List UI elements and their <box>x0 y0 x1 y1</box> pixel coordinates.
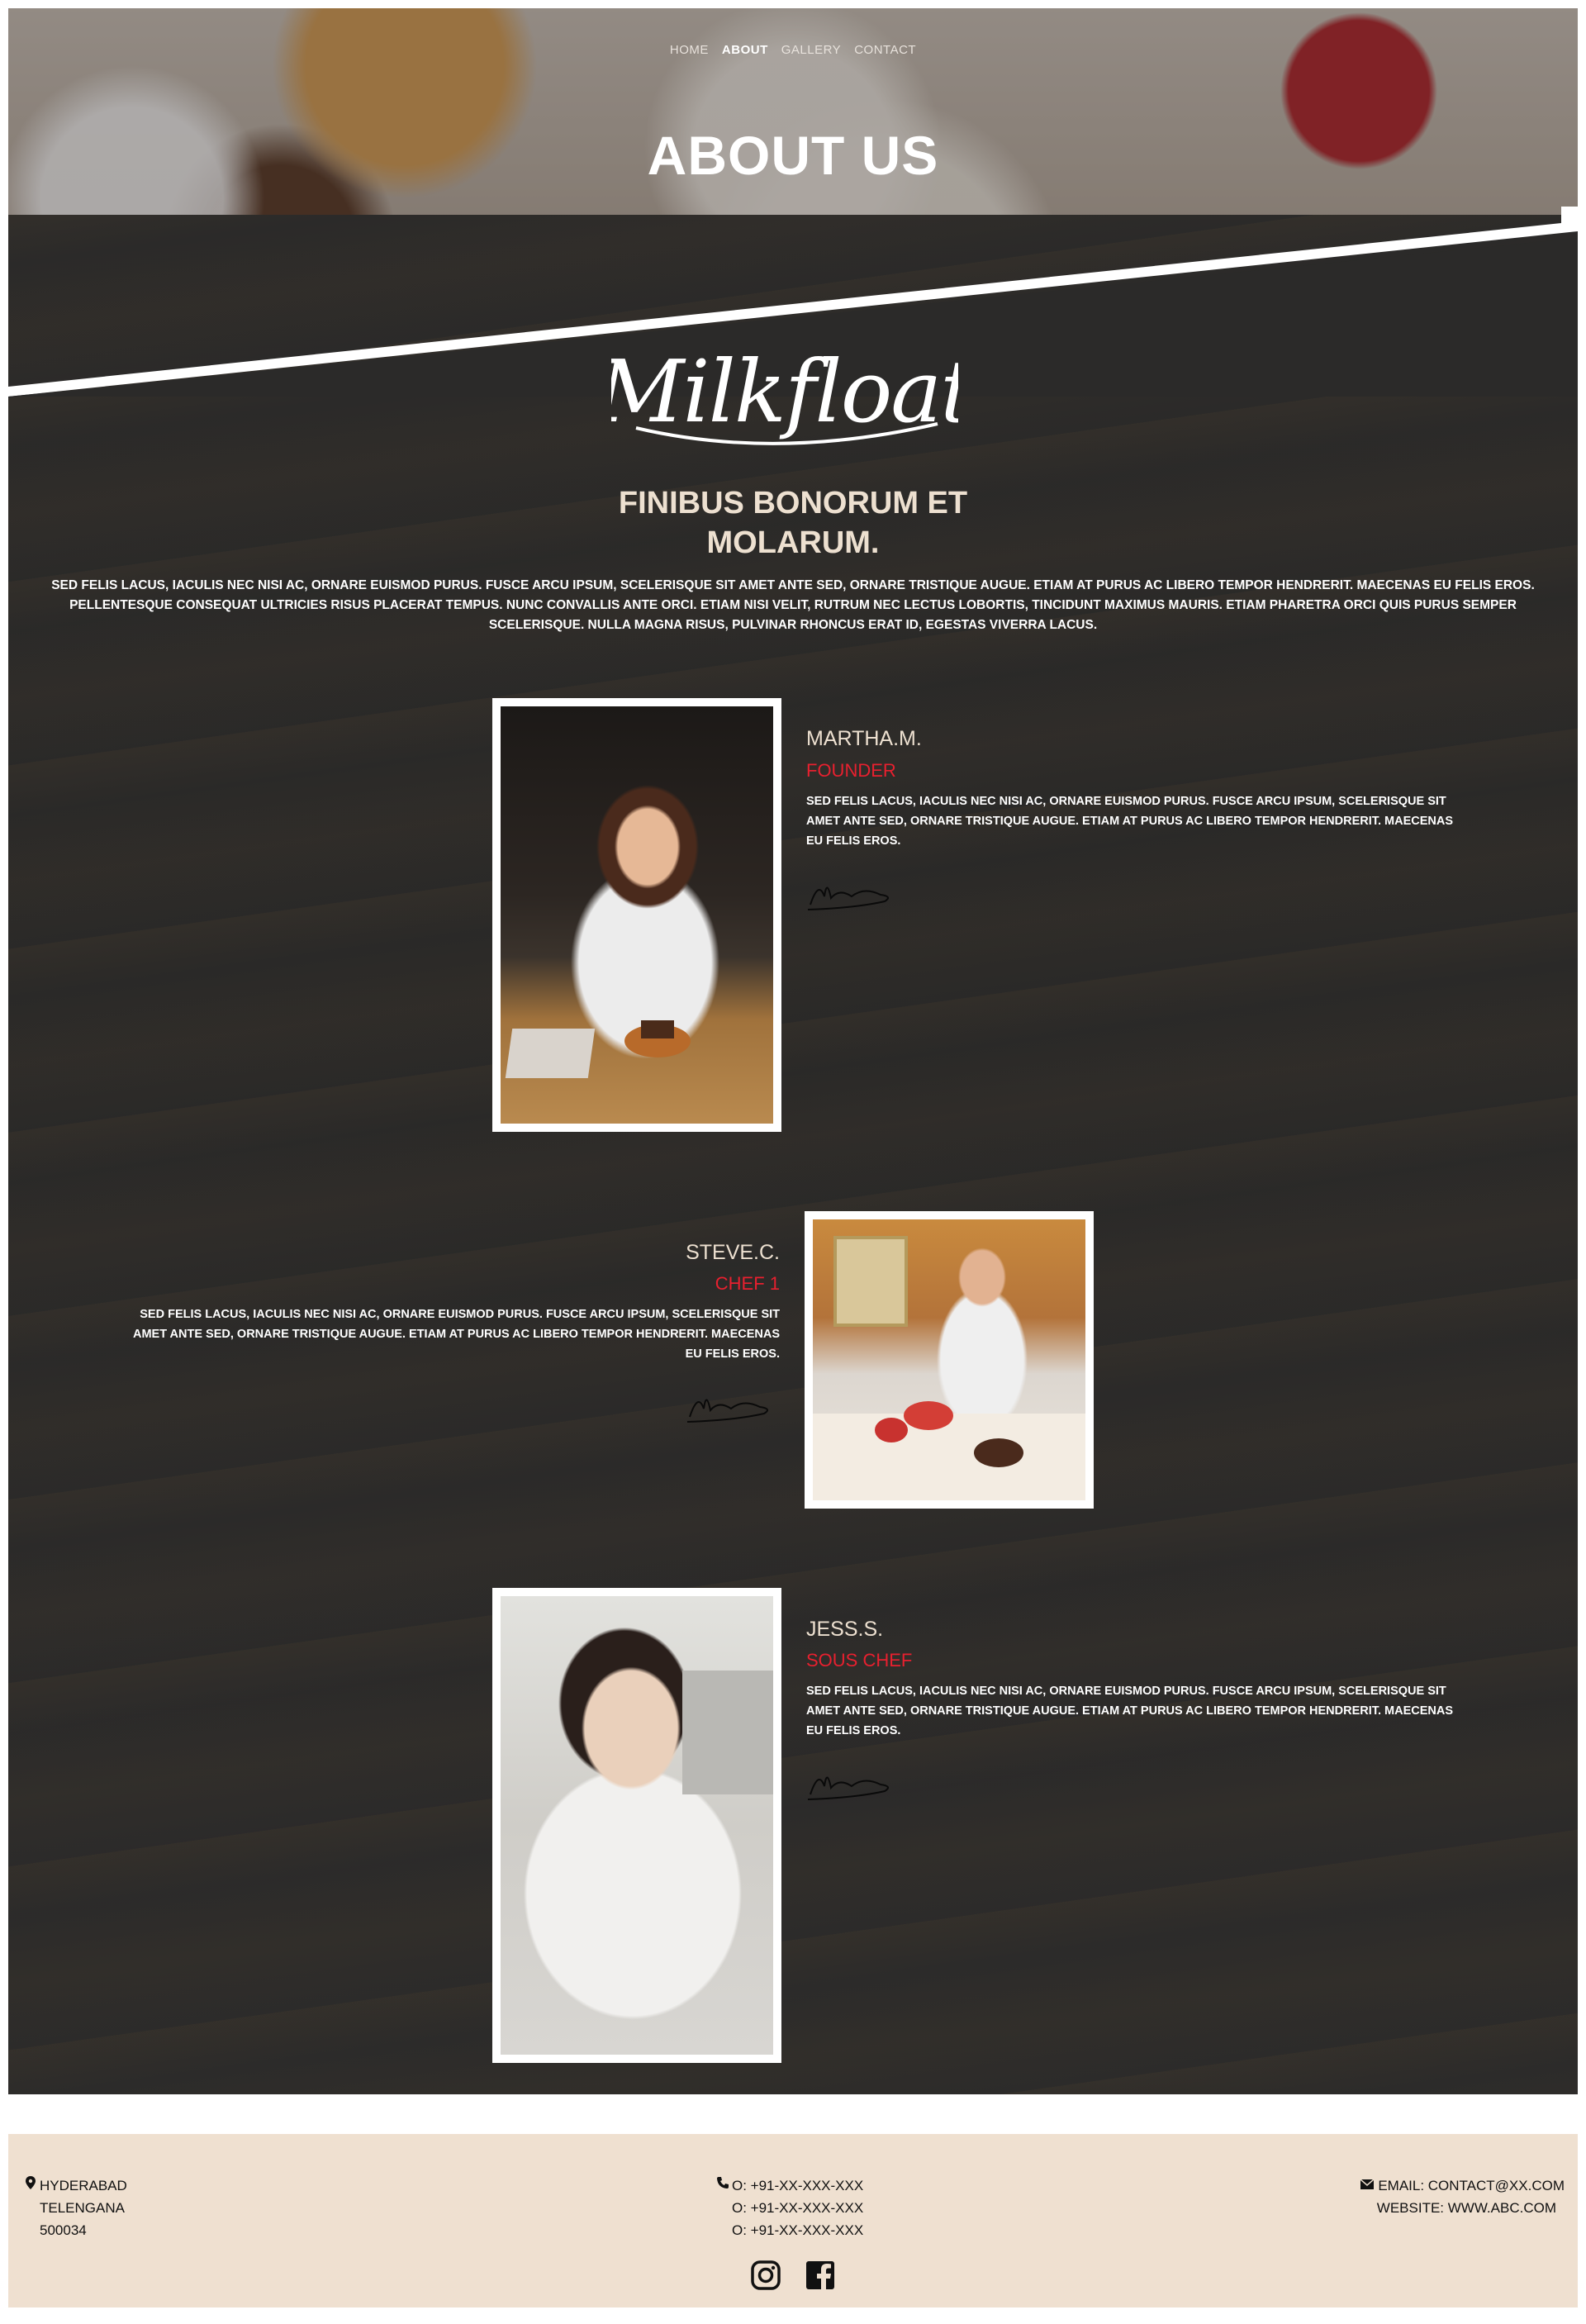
footer-address: HYDERABAD TELENGANA 500034 <box>23 2174 127 2241</box>
logo-wordmark: Milkfloat <box>611 345 958 442</box>
phone-3[interactable]: O: +91-XX-XXX-XXX <box>732 2219 863 2241</box>
member-photo-jess <box>492 1588 781 2063</box>
phone-icon <box>715 2174 730 2197</box>
website-text[interactable]: WEBSITE: WWW.ABC.COM <box>1360 2197 1556 2219</box>
signature-jess <box>807 1776 889 1800</box>
intro-heading-line1: FINIBUS BONORUM ET <box>618 486 968 520</box>
milkfloat-logo: Milkfloat <box>611 345 958 445</box>
steve-photo-image <box>813 1219 1085 1500</box>
member-role-martha: FOUNDER <box>806 760 896 781</box>
member-name-steve: STEVE.C. <box>686 1241 780 1264</box>
member-role-jess: SOUS CHEF <box>806 1650 913 1671</box>
member-name-martha: MARTHA.M. <box>806 727 922 750</box>
email-text[interactable]: EMAIL: CONTACT@XX.COM <box>1378 2174 1565 2197</box>
intro-heading: FINIBUS BONORUM ET MOLARUM. <box>0 483 1586 563</box>
martha-photo-image <box>501 706 773 1124</box>
envelope-icon <box>1360 2174 1375 2197</box>
address-line3: 500034 <box>40 2222 87 2238</box>
jess-photo-image <box>501 1596 773 2055</box>
phone-2[interactable]: O: +91-XX-XXX-XXX <box>732 2197 863 2219</box>
footer-contact: EMAIL: CONTACT@XX.COM WEBSITE: WWW.ABC.C… <box>1360 2174 1565 2219</box>
address-line2: TELENGANA <box>40 2200 125 2216</box>
nav-gallery[interactable]: GALLERY <box>781 43 841 57</box>
phone-1[interactable]: O: +91-XX-XXX-XXX <box>732 2174 863 2197</box>
intro-text: SED FELIS LACUS, IACULIS NEC NISI AC, OR… <box>51 578 1535 632</box>
member-bio-martha: SED FELIS LACUS, IACULIS NEC NISI AC, OR… <box>806 795 1454 848</box>
social-links <box>0 2260 1586 2291</box>
nav-home[interactable]: HOME <box>670 43 709 57</box>
footer-phones: O: +91-XX-XXX-XXX O: +91-XX-XXX-XXX O: +… <box>715 2174 863 2241</box>
instagram-icon[interactable] <box>750 2260 781 2291</box>
member-role-steve: CHEF 1 <box>715 1273 780 1294</box>
address-line1: HYDERABAD <box>40 2178 127 2193</box>
signature-steve <box>686 1399 768 1423</box>
facebook-icon[interactable] <box>805 2260 836 2291</box>
member-bio-steve: SED FELIS LACUS, IACULIS NEC NISI AC, OR… <box>132 1308 780 1361</box>
nav-contact[interactable]: CONTACT <box>854 43 916 57</box>
member-bio-jess: SED FELIS LACUS, IACULIS NEC NISI AC, OR… <box>806 1685 1454 1737</box>
nav-about[interactable]: ABOUT <box>722 43 768 57</box>
member-photo-martha <box>492 698 781 1132</box>
member-photo-steve <box>805 1211 1094 1509</box>
main-nav: HOME ABOUT GALLERY CONTACT <box>8 43 1578 57</box>
map-pin-icon <box>23 2174 38 2197</box>
page-title: ABOUT US <box>647 125 939 186</box>
signature-martha <box>807 886 889 910</box>
intro-heading-line2: MOLARUM. <box>706 525 880 560</box>
member-name-jess: JESS.S. <box>806 1618 884 1641</box>
